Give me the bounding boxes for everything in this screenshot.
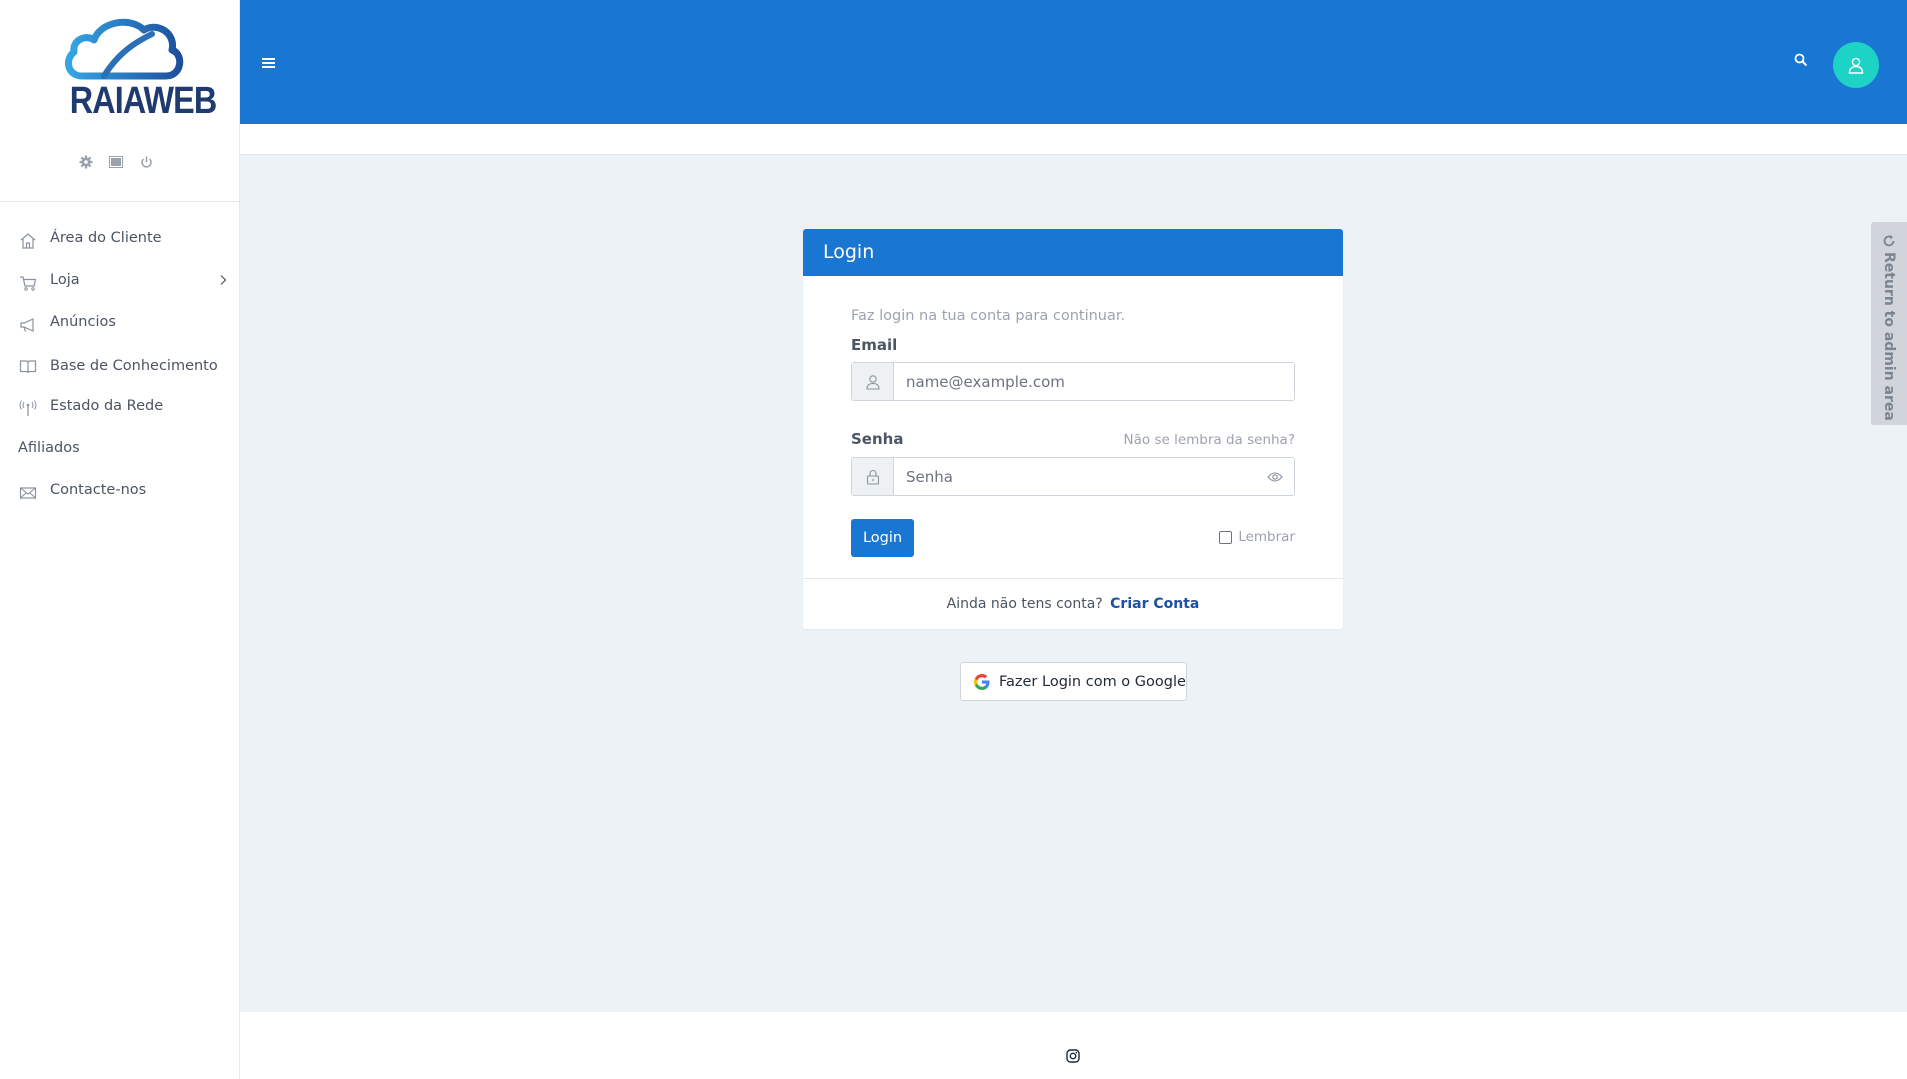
- sidebar-item-estado-da-rede[interactable]: Estado da Rede: [0, 388, 240, 430]
- envelope-icon: [18, 483, 38, 503]
- sidebar-item-label: Área do Cliente: [50, 230, 162, 246]
- login-button[interactable]: Login: [851, 519, 914, 557]
- power-icon[interactable]: [138, 154, 154, 170]
- brand-name: RAIAWEB: [69, 80, 217, 122]
- top-header: [240, 0, 1907, 124]
- sidebar-item-label: Contacte-nos: [50, 482, 147, 498]
- megaphone-icon: [18, 315, 38, 335]
- create-account-link[interactable]: Criar Conta: [1110, 596, 1199, 612]
- email-field[interactable]: [894, 363, 1294, 400]
- chevron-right-icon: [218, 274, 228, 290]
- sidebar: RAIAWEB Área do Cliente Loja Anúncios Ba…: [0, 0, 240, 1079]
- sidebar-item-label: Estado da Rede: [50, 398, 164, 414]
- user-avatar-button[interactable]: [1833, 42, 1879, 88]
- image-icon[interactable]: [108, 154, 124, 170]
- return-to-admin-tab[interactable]: Return to admin area: [1871, 222, 1907, 425]
- instagram-icon[interactable]: [1066, 1048, 1080, 1063]
- user-icon: [1848, 57, 1864, 74]
- brand-logo[interactable]: RAIAWEB: [60, 10, 217, 122]
- password-input-group: [851, 457, 1295, 496]
- sidebar-item-anuncios[interactable]: Anúncios: [0, 304, 240, 346]
- sidebar-item-loja[interactable]: Loja: [0, 262, 240, 304]
- lock-icon: [852, 458, 894, 495]
- login-hint: Faz login na tua conta para continuar.: [851, 308, 1126, 324]
- sidebar-item-area-do-cliente[interactable]: Área do Cliente: [0, 220, 240, 262]
- login-form: Faz login na tua conta para continuar. E…: [803, 276, 1343, 578]
- hamburger-menu-icon[interactable]: [262, 54, 278, 68]
- sidebar-tools: [78, 154, 154, 170]
- google-login-button[interactable]: Fazer Login com o Google: [960, 662, 1187, 701]
- home-icon: [18, 231, 38, 251]
- antenna-icon: [18, 399, 38, 419]
- cart-icon: [18, 273, 38, 293]
- sidebar-divider: [0, 201, 240, 202]
- remember-checkbox[interactable]: [1219, 530, 1233, 544]
- sidebar-item-label: Loja: [50, 272, 80, 288]
- refresh-icon: [1883, 235, 1895, 247]
- sidebar-nav: Área do Cliente Loja Anúncios Base de Co…: [0, 220, 240, 514]
- book-icon: [18, 357, 38, 377]
- search-icon[interactable]: [1794, 52, 1810, 68]
- breadcrumb-bar: [240, 124, 1907, 155]
- google-logo-icon: [974, 673, 990, 690]
- gear-icon[interactable]: [78, 154, 94, 170]
- sidebar-item-contacte-nos[interactable]: Contacte-nos: [0, 472, 240, 514]
- sidebar-item-label: Afiliados: [18, 440, 80, 456]
- show-password-eye-icon[interactable]: [1256, 458, 1294, 495]
- email-label: Email: [851, 336, 898, 354]
- sidebar-item-label: Anúncios: [50, 314, 116, 330]
- cloud-logo-icon: [64, 18, 184, 80]
- login-card-title: Login: [803, 229, 1343, 276]
- google-login-label: Fazer Login com o Google: [999, 673, 1186, 690]
- signup-prompt: Ainda não tens conta? Criar Conta: [803, 578, 1343, 629]
- sidebar-item-label: Base de Conhecimento: [50, 358, 218, 374]
- login-card: Login Faz login na tua conta para contin…: [803, 229, 1343, 629]
- password-label: Senha: [851, 430, 904, 448]
- sidebar-item-afiliados[interactable]: Afiliados: [0, 430, 240, 472]
- forgot-password-link[interactable]: Não se lembra da senha?: [1124, 432, 1295, 448]
- remember-me[interactable]: Lembrar: [1219, 529, 1295, 545]
- return-to-admin-label: Return to admin area: [1881, 252, 1897, 421]
- sidebar-item-base-de-conhecimento[interactable]: Base de Conhecimento: [0, 346, 240, 388]
- remember-label: Lembrar: [1238, 529, 1295, 545]
- no-account-text: Ainda não tens conta?: [946, 596, 1103, 612]
- password-field[interactable]: [894, 458, 1256, 495]
- email-input-group: [851, 362, 1295, 401]
- user-icon: [852, 363, 894, 400]
- page-footer: [240, 1012, 1907, 1079]
